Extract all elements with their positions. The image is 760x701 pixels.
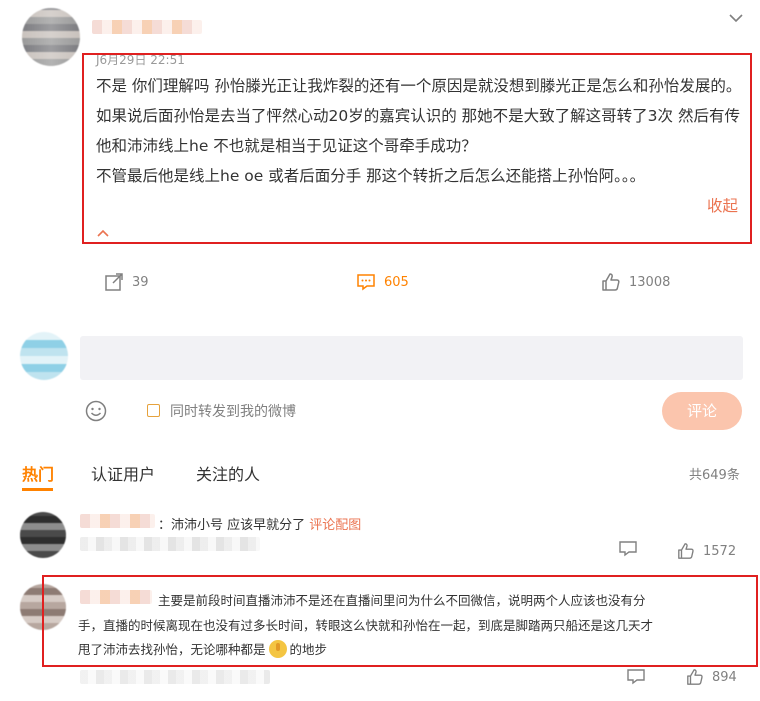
comment-image-link[interactable]: 评论配图 (309, 518, 361, 533)
comment-text-line: 主要是前段时间直播沛沛不是还在直播间里问为什么不回微信，说明两个人应该也没有分 (158, 593, 646, 608)
commenter-name-blurred[interactable] (80, 514, 155, 528)
repost-icon (105, 273, 123, 291)
comment-text-body: ：沛沛小号 应该早就分了 (158, 518, 310, 533)
comment-total: 共649条 (689, 468, 740, 483)
comment-like-count: 1572 (703, 543, 737, 559)
post-body: 不是 你们理解吗 孙怡滕光正让我炸裂的还有一个原因是就没想到滕光正是怎么和孙怡发… (96, 71, 744, 191)
like-icon (602, 273, 620, 291)
comment-like-button[interactable]: 1572 (677, 542, 736, 560)
tab-following[interactable]: 关注的人 (196, 461, 260, 485)
like-icon (687, 669, 703, 685)
comment-text-segment: 甩了沛沛去找孙怡，无论哪种都是 (78, 642, 266, 657)
chevron-down-icon[interactable] (728, 12, 744, 24)
comment-text-segment: 的地步 (289, 642, 328, 657)
comment-button[interactable]: 605 (356, 272, 409, 292)
submit-comment-button[interactable]: 评论 (662, 392, 742, 430)
reply-icon[interactable] (626, 668, 646, 686)
like-count: 13008 (629, 274, 671, 290)
current-user-avatar (20, 332, 68, 380)
repost-checkbox[interactable] (147, 404, 160, 417)
like-button[interactable]: 13008 (601, 272, 670, 292)
reply-icon[interactable] (618, 540, 638, 558)
comment-like-count: 894 (712, 669, 737, 685)
tab-verified-users[interactable]: 认证用户 (91, 461, 155, 485)
post-paragraph: 如果说后面孙怡是去当了怦然心动20岁的嘉宾认识的 那她不是大致了解这哥转了3次 … (96, 107, 740, 155)
comment-icon (357, 274, 375, 291)
tab-hot[interactable]: 热门 (22, 461, 54, 485)
post-paragraph: 不是 你们理解吗 孙怡滕光正让我炸裂的还有一个原因是就没想到滕光正是怎么和孙怡发… (96, 77, 742, 95)
tab-active-indicator (22, 488, 53, 491)
author-avatar[interactable] (22, 8, 80, 66)
repost-checkbox-label[interactable]: 同时转发到我的微博 (170, 401, 296, 421)
author-name-blurred[interactable] (92, 20, 202, 34)
comment-count: 605 (384, 274, 409, 290)
chevron-up-icon[interactable] (96, 229, 110, 238)
blurred-area (80, 670, 270, 684)
post-paragraph-text: 不管最后他是线上he oe 或者后面分手 那这个转折之后怎么还能搭上孙怡阿。。。 (96, 167, 646, 185)
commenter-avatar[interactable] (20, 512, 66, 558)
comment-text: ：沛沛小号 应该早就分了 评论配图 (158, 514, 361, 533)
like-icon (678, 543, 694, 559)
thumbs-up-emoji-icon (268, 640, 287, 658)
repost-count: 39 (132, 274, 149, 290)
repost-button[interactable]: 39 (104, 272, 149, 292)
post-paragraph: 不管最后他是线上he oe 或者后面分手 那这个转折之后怎么还能搭上孙怡阿。。。 (96, 161, 744, 191)
comment-like-button[interactable]: 894 (686, 668, 737, 686)
comment-text-line: 手，直播的时候离现在也没有过多长时间，转眼这么快就和孙怡在一起，到底是脚踏两只船… (78, 618, 654, 633)
comment-input[interactable] (80, 336, 743, 380)
blurred-area (80, 537, 260, 551)
collapse-link[interactable]: 收起 (707, 191, 738, 221)
emoji-icon[interactable] (85, 400, 107, 422)
comment-text-line: 甩了沛沛去找孙怡，无论哪种都是 的地步 (78, 639, 327, 658)
